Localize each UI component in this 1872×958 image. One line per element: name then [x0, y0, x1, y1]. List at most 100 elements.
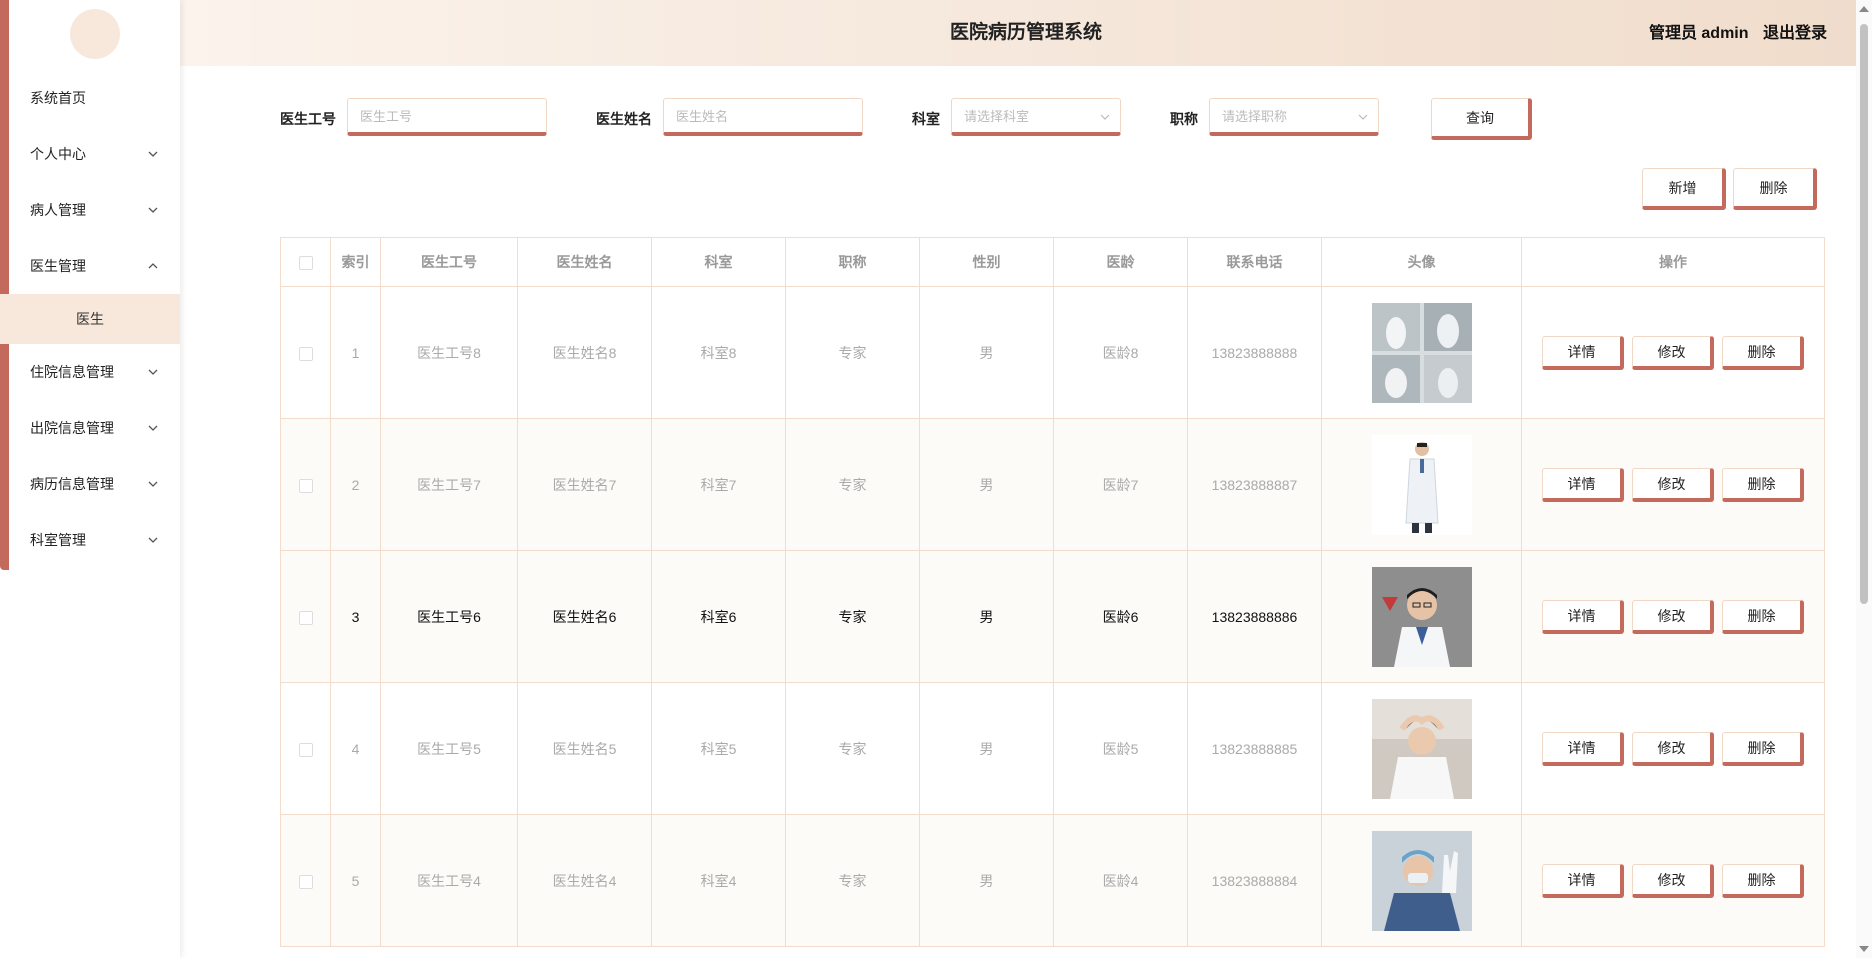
doctor-avatar-image — [1371, 830, 1472, 931]
delete-button[interactable]: 删除 — [1722, 467, 1804, 502]
batch-delete-button[interactable]: 删除 — [1733, 168, 1817, 210]
delete-button[interactable]: 删除 — [1722, 863, 1804, 898]
col-header: 性别 — [919, 237, 1054, 287]
cell-title: 专家 — [785, 682, 920, 815]
sidebar-item-label: 科室管理 — [30, 532, 86, 548]
cell-index: 1 — [330, 286, 381, 419]
edit-button[interactable]: 修改 — [1632, 599, 1714, 634]
cell-gender: 男 — [919, 286, 1054, 419]
title-label: 职称 — [1170, 111, 1198, 127]
row-checkbox[interactable] — [298, 610, 313, 625]
cell-dept: 科室7 — [651, 418, 786, 551]
row-actions: 详情 修改 删除 — [1521, 682, 1825, 815]
avatar — [70, 9, 120, 59]
doc-name-input[interactable]: 医生姓名 — [663, 98, 863, 136]
delete-button[interactable]: 删除 — [1722, 731, 1804, 766]
sidebar-subitem-doctor[interactable]: 医生 — [0, 294, 180, 344]
sidebar-item-label: 个人中心 — [30, 146, 86, 162]
cell-age: 医龄6 — [1053, 550, 1188, 683]
page-scrollbar[interactable] — [1856, 0, 1872, 958]
cell-doc-no: 医生工号7 — [380, 418, 518, 551]
row-actions: 详情 修改 删除 — [1521, 814, 1825, 947]
col-header: 操作 — [1521, 237, 1825, 287]
sidebar-item-label: 医生管理 — [30, 258, 86, 274]
edit-button[interactable]: 修改 — [1632, 731, 1714, 766]
sidebar-item-patients[interactable]: 病人管理 — [0, 182, 180, 238]
cell-dept: 科室8 — [651, 286, 786, 419]
chevron-down-icon — [148, 182, 158, 238]
select-all-checkbox[interactable] — [298, 256, 313, 271]
doc-no-placeholder: 医生工号 — [360, 109, 413, 124]
sidebar-item-label: 病人管理 — [30, 202, 86, 218]
edit-button[interactable]: 修改 — [1632, 335, 1714, 370]
sidebar-item-personal-center[interactable]: 个人中心 — [0, 126, 180, 182]
add-button[interactable]: 新增 — [1642, 168, 1726, 210]
cell-title: 专家 — [785, 550, 920, 683]
cell-doc-name: 医生姓名8 — [517, 286, 652, 419]
col-header: 医生工号 — [380, 237, 518, 287]
sidebar-item-departments[interactable]: 科室管理 — [0, 512, 180, 568]
title-placeholder: 请选择职称 — [1222, 109, 1288, 124]
sidebar-item-discharge[interactable]: 出院信息管理 — [0, 400, 180, 456]
doctor-avatar-image — [1371, 434, 1472, 535]
cell-title: 专家 — [785, 286, 920, 419]
row-actions: 详情 修改 删除 — [1521, 550, 1825, 683]
table-row: 5 医生工号4 医生姓名4 科室4 专家 男 医龄4 13823888884 详… — [280, 814, 1825, 947]
chevron-down-icon — [1100, 99, 1110, 135]
detail-button[interactable]: 详情 — [1542, 863, 1624, 898]
cell-index: 4 — [330, 682, 381, 815]
doctor-table: 索引 医生工号 医生姓名 科室 职称 性别 医龄 联系电话 头像 操作 1 医生… — [280, 237, 1825, 947]
chevron-down-icon — [148, 126, 158, 182]
cell-dept: 科室4 — [651, 814, 786, 947]
cell-doc-no: 医生工号8 — [380, 286, 518, 419]
delete-button[interactable]: 删除 — [1722, 335, 1804, 370]
sidebar-item-label: 住院信息管理 — [30, 364, 114, 380]
cell-doc-no: 医生工号5 — [380, 682, 518, 815]
sidebar-item-doctors[interactable]: 医生管理 — [0, 238, 180, 294]
chevron-down-icon — [1358, 99, 1368, 135]
table-row: 1 医生工号8 医生姓名8 科室8 专家 男 医龄8 13823888888 详… — [280, 286, 1825, 419]
top-header: 医院病历管理系统 管理员 admin 退出登录 — [180, 0, 1872, 66]
delete-button[interactable]: 删除 — [1722, 599, 1804, 634]
sidebar-item-home[interactable]: 系统首页 — [0, 70, 180, 126]
admin-user-label[interactable]: 管理员 admin — [1649, 25, 1749, 42]
detail-button[interactable]: 详情 — [1542, 335, 1624, 370]
scroll-up-arrow-icon[interactable] — [1859, 6, 1869, 12]
detail-button[interactable]: 详情 — [1542, 467, 1624, 502]
row-checkbox[interactable] — [298, 874, 313, 889]
row-actions: 详情 修改 删除 — [1521, 286, 1825, 419]
row-checkbox[interactable] — [298, 346, 313, 361]
row-checkbox[interactable] — [298, 742, 313, 757]
chevron-down-icon — [148, 400, 158, 456]
detail-button[interactable]: 详情 — [1542, 731, 1624, 766]
cell-index: 3 — [330, 550, 381, 683]
doc-no-input[interactable]: 医生工号 — [347, 98, 547, 136]
sidebar-subitem-label: 医生 — [76, 311, 104, 327]
cell-doc-no: 医生工号4 — [380, 814, 518, 947]
edit-button[interactable]: 修改 — [1632, 467, 1714, 502]
title-select[interactable]: 请选择职称 — [1209, 98, 1379, 136]
query-button[interactable]: 查询 — [1431, 98, 1532, 140]
cell-age: 医龄7 — [1053, 418, 1188, 551]
col-header: 职称 — [785, 237, 920, 287]
sidebar-item-label: 出院信息管理 — [30, 420, 114, 436]
cell-gender: 男 — [919, 682, 1054, 815]
page-title: 医院病历管理系统 — [949, 22, 1102, 43]
col-header: 医龄 — [1053, 237, 1188, 287]
row-checkbox[interactable] — [298, 478, 313, 493]
edit-button[interactable]: 修改 — [1632, 863, 1714, 898]
logout-button[interactable]: 退出登录 — [1763, 25, 1827, 42]
cell-doc-no: 医生工号6 — [380, 550, 518, 683]
sidebar-item-records[interactable]: 病历信息管理 — [0, 456, 180, 512]
cell-phone: 13823888886 — [1187, 550, 1322, 683]
cell-age: 医龄5 — [1053, 682, 1188, 815]
chevron-up-icon — [148, 238, 158, 294]
dept-select[interactable]: 请选择科室 — [951, 98, 1121, 136]
scroll-thumb[interactable] — [1860, 24, 1868, 604]
sidebar-item-inpatient[interactable]: 住院信息管理 — [0, 344, 180, 400]
cell-dept: 科室5 — [651, 682, 786, 815]
table-header-row: 索引 医生工号 医生姓名 科室 职称 性别 医龄 联系电话 头像 操作 — [280, 237, 1825, 287]
cell-doc-name: 医生姓名7 — [517, 418, 652, 551]
detail-button[interactable]: 详情 — [1542, 599, 1624, 634]
scroll-down-arrow-icon[interactable] — [1859, 946, 1869, 952]
